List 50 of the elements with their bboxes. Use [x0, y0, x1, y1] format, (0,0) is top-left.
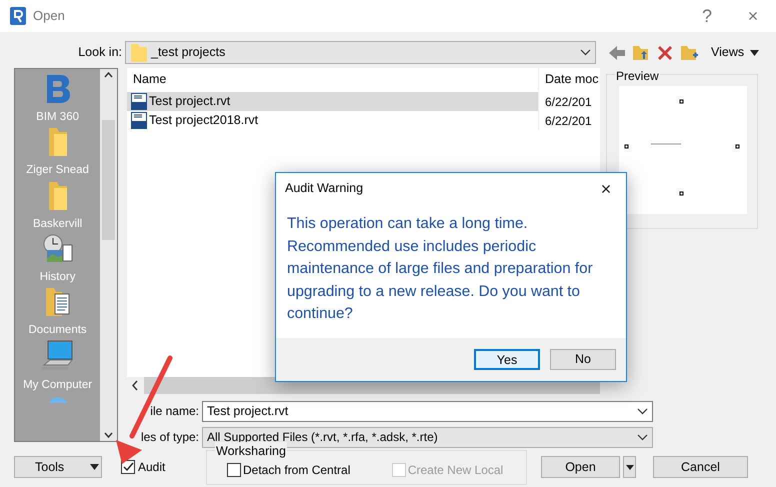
dialog-message: This operation can take a long time. Recommended use includes periodic maintenance of large files and preparation for upgrading to a new release. Do you want to continue?	[286, 214, 594, 324]
tools-button[interactable]: Tools	[14, 456, 102, 478]
delete-icon[interactable]	[656, 44, 674, 62]
logo-icon	[44, 73, 71, 105]
column-header[interactable]: Name	[127, 70, 538, 89]
file-name-field[interactable]: Test project.rvt	[202, 400, 653, 422]
folder-icon	[46, 180, 69, 212]
file-row[interactable]: Test project2018.rvt	[127, 111, 538, 130]
column-header[interactable]: Date moc	[538, 68, 600, 91]
caret-icon[interactable]	[750, 50, 760, 56]
file-type-dropdown[interactable]: All Supported Files (*.rvt, *.rfa, *.adsk, *.rte)	[202, 426, 653, 448]
look-in-dropdown[interactable]: _test projects	[125, 41, 596, 64]
chevron-icon[interactable]	[637, 434, 648, 440]
folder-icon	[46, 126, 69, 158]
checkbox[interactable]	[121, 460, 135, 474]
file-type-label: les of type:	[140, 429, 200, 446]
file-name-label: ile name:	[149, 403, 200, 420]
date-cell: 6/22/201	[538, 92, 600, 111]
dialog-button[interactable]: Yes	[474, 349, 540, 370]
dialog-title: Audit Warning	[285, 180, 364, 198]
look-in-label: Look in:	[77, 44, 123, 62]
caret-icon	[90, 464, 100, 470]
folder-icon	[130, 42, 148, 62]
option-label[interactable]: Detach from Central	[243, 461, 350, 479]
cancel-button[interactable]: Cancel	[653, 456, 748, 478]
dialog-button[interactable]: No	[550, 349, 616, 370]
chevron-icon[interactable]	[580, 49, 591, 56]
history-icon	[42, 232, 74, 265]
help-button[interactable]: ?	[684, 1, 730, 31]
views-menu[interactable]: Views	[711, 43, 744, 62]
chevron-icon[interactable]	[637, 408, 648, 414]
caret-icon	[626, 464, 634, 470]
folder-up-icon[interactable]	[632, 44, 650, 62]
dropdown-button[interactable]	[623, 456, 636, 478]
app-icon	[10, 7, 26, 25]
file-row[interactable]: Test project.rvt	[127, 92, 538, 111]
new-folder-icon[interactable]	[680, 44, 699, 62]
close-button[interactable]: ×	[586, 174, 626, 204]
window-title: Open	[33, 7, 66, 26]
scrollbar[interactable]	[100, 69, 117, 441]
documents-icon	[44, 286, 72, 318]
scroll-thumb[interactable]	[102, 120, 116, 240]
date-cell: 6/22/201	[538, 111, 600, 130]
back-icon[interactable]	[608, 44, 626, 60]
close-button[interactable]: ×	[730, 1, 776, 31]
audit-label[interactable]: Audit	[138, 458, 166, 476]
file-icon	[131, 112, 147, 129]
open-button[interactable]: Open	[541, 456, 620, 478]
worksharing-label: Worksharing	[215, 442, 287, 460]
checkbox[interactable]	[227, 463, 241, 477]
